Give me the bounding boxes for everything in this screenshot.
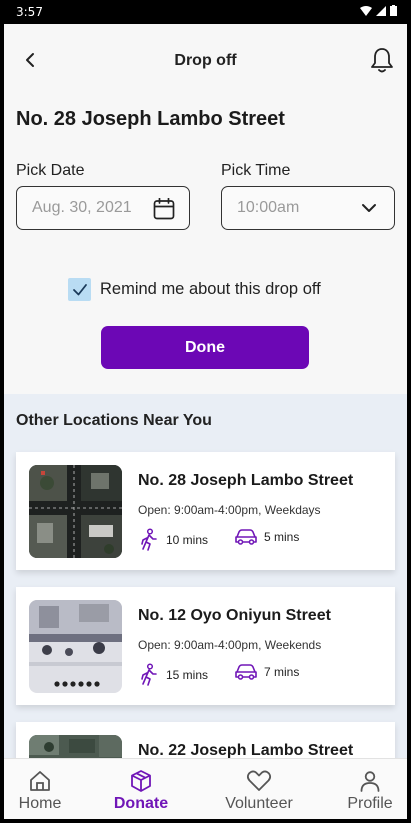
walk-time: 10 mins: [138, 528, 208, 552]
location-aerial-image: [29, 465, 122, 558]
other-locations-section: Other Locations Near You No. 28 Joseph L…: [4, 394, 407, 819]
pick-date-field[interactable]: Aug. 30, 2021: [16, 186, 190, 230]
drop-off-screen: Drop off No. 28 Joseph Lambo Street Pick…: [4, 24, 407, 819]
walk-time-value: 15 mins: [166, 668, 209, 682]
app-bar: Drop off: [4, 24, 407, 98]
nav-profile-label: Profile: [347, 795, 393, 812]
car-icon: [235, 664, 257, 680]
pick-time-label: Pick Time: [221, 162, 291, 179]
status-time: 3:57: [16, 5, 43, 19]
pick-date-value: Aug. 30, 2021: [32, 199, 132, 216]
nav-volunteer[interactable]: Volunteer: [209, 759, 309, 819]
signal-icon: [376, 5, 386, 16]
nav-profile[interactable]: Profile: [320, 759, 407, 819]
person-icon: [360, 771, 380, 792]
location-card[interactable]: No. 28 Joseph Lambo Street Open: 9:00am-…: [16, 452, 395, 570]
chevron-down-icon: [362, 204, 376, 212]
phone-frame: 3:57 Drop off No. 28 Joseph Lambo Street…: [0, 0, 411, 823]
walking-icon: [141, 528, 157, 551]
walk-time-value: 10 mins: [166, 533, 209, 547]
pick-time-select[interactable]: 10:00am: [221, 186, 395, 230]
wifi-icon: [360, 5, 372, 16]
location-aerial-image: [29, 600, 122, 693]
done-button[interactable]: Done: [101, 326, 309, 369]
box-icon: [131, 770, 151, 792]
drive-time: 5 mins: [234, 528, 299, 546]
car-icon: [235, 529, 257, 545]
location-card[interactable]: No. 12 Oyo Oniyun Street Open: 9:00am-4:…: [16, 587, 395, 705]
bottom-nav: Home Donate Volunteer Profile: [4, 758, 407, 819]
walking-icon: [141, 663, 157, 686]
location-hours: Open: 9:00am-4:00pm, Weekends: [138, 638, 322, 652]
bell-icon: [371, 48, 393, 73]
address-title: No. 28 Joseph Lambo Street: [16, 108, 285, 130]
status-bar: 3:57: [0, 0, 411, 24]
battery-icon: [390, 5, 397, 16]
location-name: No. 12 Oyo Oniyun Street: [138, 607, 331, 624]
location-name: No. 28 Joseph Lambo Street: [138, 472, 354, 489]
pick-time-value: 10:00am: [237, 199, 300, 216]
drive-time-value: 5 mins: [264, 530, 300, 544]
nav-home[interactable]: Home: [4, 759, 90, 819]
status-icons: [360, 5, 397, 16]
nav-donate-label: Donate: [113, 795, 169, 812]
section-title: Other Locations Near You: [16, 412, 212, 429]
calendar-icon: [153, 198, 175, 220]
drive-time: 7 mins: [234, 663, 299, 681]
nav-volunteer-label: Volunteer: [225, 795, 293, 812]
remind-label: Remind me about this drop off: [100, 280, 321, 298]
remind-checkbox-row[interactable]: Remind me about this drop off: [68, 278, 321, 301]
nav-home-label: Home: [18, 795, 62, 812]
home-icon: [30, 771, 50, 791]
checkmark-icon: [72, 283, 87, 295]
page-title: Drop off: [174, 52, 237, 69]
location-hours: Open: 9:00am-4:00pm, Weekdays: [138, 503, 321, 517]
heart-icon: [246, 770, 272, 791]
pick-date-label: Pick Date: [16, 162, 85, 179]
drive-time-value: 7 mins: [264, 665, 300, 679]
nav-donate[interactable]: Donate: [91, 759, 191, 819]
remind-checkbox[interactable]: [68, 278, 91, 301]
notifications-button[interactable]: [369, 46, 395, 74]
walk-time: 15 mins: [138, 663, 208, 687]
